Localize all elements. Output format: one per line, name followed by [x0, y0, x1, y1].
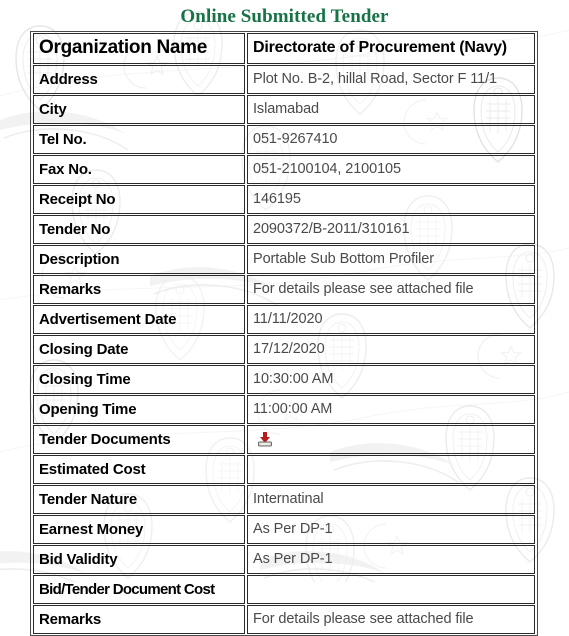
table-row: Tender Nature Internatinal — [33, 485, 535, 514]
row-label: Closing Date — [33, 335, 245, 364]
tender-details-table: Organization Name Directorate of Procurem… — [30, 31, 538, 636]
row-value: 11/11/2020 — [247, 305, 535, 334]
table-row: Remarks For details please see attached f… — [33, 275, 535, 304]
table-row: Bid Validity As Per DP-1 — [33, 545, 535, 574]
row-label: Description — [33, 245, 245, 274]
row-value: 051-9267410 — [247, 125, 535, 154]
row-label: Fax No. — [33, 155, 245, 184]
table-row: City Islamabad — [33, 95, 535, 124]
table-row: Opening Time 11:00:00 AM — [33, 395, 535, 424]
row-value: Islamabad — [247, 95, 535, 124]
row-label: Tel No. — [33, 125, 245, 154]
table-row: Closing Date 17/12/2020 — [33, 335, 535, 364]
row-value: Directorate of Procurement (Navy) — [247, 33, 535, 64]
table-row: Fax No. 051-2100104, 2100105 — [33, 155, 535, 184]
row-label: Tender No — [33, 215, 245, 244]
row-label: Earnest Money — [33, 515, 245, 544]
table-row: Closing Time 10:30:00 AM — [33, 365, 535, 394]
table-row: Advertisement Date 11/11/2020 — [33, 305, 535, 334]
page-title: Online Submitted Tender — [180, 6, 389, 27]
download-icon[interactable] — [257, 431, 273, 447]
row-value: 2090372/B-2011/310161 — [247, 215, 535, 244]
table-row: Description Portable Sub Bottom Profiler — [33, 245, 535, 274]
tender-documents-value — [247, 425, 535, 454]
row-value: 051-2100104, 2100105 — [247, 155, 535, 184]
table-row: Tender No 2090372/B-2011/310161 — [33, 215, 535, 244]
row-value: For details please see attached file — [247, 275, 535, 304]
table-row: Tender Documents — [33, 425, 535, 454]
row-label: Remarks — [33, 605, 245, 634]
table-row: Address Plot No. B-2, hillal Road, Sector… — [33, 65, 535, 94]
row-label: Remarks — [33, 275, 245, 304]
row-value: Portable Sub Bottom Profiler — [247, 245, 535, 274]
row-value — [247, 575, 535, 604]
table-row: Estimated Cost — [33, 455, 535, 484]
row-label: City — [33, 95, 245, 124]
row-value: 17/12/2020 — [247, 335, 535, 364]
row-label: Organization Name — [33, 33, 245, 64]
row-value — [247, 455, 535, 484]
row-label: Estimated Cost — [33, 455, 245, 484]
table-row: Earnest Money As Per DP-1 — [33, 515, 535, 544]
row-value: 11:00:00 AM — [247, 395, 535, 424]
row-label: Closing Time — [33, 365, 245, 394]
table-row: Receipt No 146195 — [33, 185, 535, 214]
row-label: Receipt No — [33, 185, 245, 214]
row-value: As Per DP-1 — [247, 545, 535, 574]
row-value: 10:30:00 AM — [247, 365, 535, 394]
table-row: Organization Name Directorate of Procurem… — [33, 33, 535, 64]
row-value: Internatinal — [247, 485, 535, 514]
tender-table-body: Organization Name Directorate of Procurem… — [33, 33, 535, 634]
row-label: Opening Time — [33, 395, 245, 424]
row-label: Tender Documents — [33, 425, 245, 454]
row-value: As Per DP-1 — [247, 515, 535, 544]
row-label: Advertisement Date — [33, 305, 245, 334]
row-value: 146195 — [247, 185, 535, 214]
table-row: Tel No. 051-9267410 — [33, 125, 535, 154]
tender-detail-page: Online Submitted Tender Organization Nam… — [0, 0, 569, 636]
row-label: Tender Nature — [33, 485, 245, 514]
row-label: Bid/Tender Document Cost — [33, 575, 245, 604]
row-label: Bid Validity — [33, 545, 245, 574]
table-row: Remarks For details please see attached f… — [33, 605, 535, 634]
row-value: Plot No. B-2, hillal Road, Sector F 11/1 — [247, 65, 535, 94]
table-row: Bid/Tender Document Cost — [33, 575, 535, 604]
row-value: For details please see attached file — [247, 605, 535, 634]
row-label: Address — [33, 65, 245, 94]
